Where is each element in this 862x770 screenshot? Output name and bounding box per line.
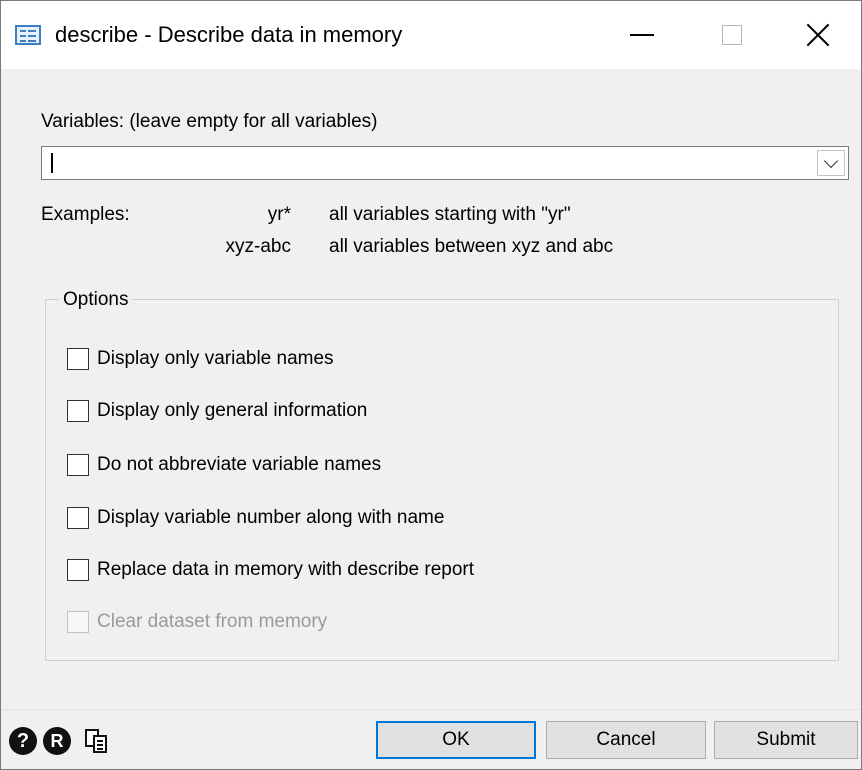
example-pattern: yr* (267, 204, 291, 225)
minimize-button[interactable] (597, 1, 687, 69)
checkbox[interactable] (67, 400, 89, 422)
describe-dialog: describe - Describe data in memory Varia… (0, 0, 862, 770)
cancel-button[interactable]: Cancel (546, 721, 706, 759)
variables-dropdown-button[interactable] (817, 150, 845, 176)
option-replace-data[interactable]: Replace data in memory with describe rep… (67, 558, 474, 582)
option-do-not-abbreviate[interactable]: Do not abbreviate variable names (67, 453, 381, 477)
ok-button[interactable]: OK (376, 721, 536, 759)
maximize-button[interactable] (687, 1, 777, 69)
checkbox[interactable] (67, 507, 89, 529)
examples-label: Examples: (41, 204, 130, 225)
variables-combobox[interactable] (41, 146, 849, 180)
checkbox-label: Replace data in memory with describe rep… (97, 559, 475, 580)
checkbox-label: Display variable number along with name (97, 507, 445, 528)
checkbox (67, 611, 89, 633)
submit-button[interactable]: Submit (714, 721, 858, 759)
help-icon[interactable]: ? (9, 727, 37, 755)
close-button[interactable] (773, 1, 862, 69)
checkbox[interactable] (67, 348, 89, 370)
checkbox[interactable] (67, 559, 89, 581)
dialog-icon (15, 25, 41, 45)
r-badge-icon[interactable]: R (43, 727, 71, 755)
checkbox-label: Display only variable names (97, 348, 334, 369)
example-description: all variables starting with "yr" (329, 204, 571, 225)
variables-label: Variables: (leave empty for all variable… (41, 111, 378, 132)
option-clear-dataset: Clear dataset from memory (67, 610, 327, 634)
text-caret (51, 153, 53, 173)
maximize-icon (722, 25, 742, 45)
minimize-icon (630, 34, 654, 36)
checkbox-label: Clear dataset from memory (97, 611, 328, 632)
copy-command-icon[interactable] (83, 727, 111, 755)
window-title: describe - Describe data in memory (55, 22, 403, 47)
option-display-variable-names[interactable]: Display only variable names (67, 347, 334, 371)
chevron-down-icon (823, 153, 839, 168)
copy-page-front (93, 735, 107, 753)
footer-divider (1, 709, 861, 710)
option-display-general-information[interactable]: Display only general information (67, 399, 367, 423)
example-pattern: xyz-abc (225, 236, 291, 257)
checkbox-label: Display only general information (97, 400, 368, 421)
close-icon (806, 23, 830, 47)
example-description: all variables between xyz and abc (329, 236, 614, 257)
checkbox[interactable] (67, 454, 89, 476)
option-display-variable-number[interactable]: Display variable number along with name (67, 506, 444, 530)
checkbox-label: Do not abbreviate variable names (97, 454, 382, 475)
options-legend: Options (59, 289, 133, 311)
title-bar[interactable]: describe - Describe data in memory (1, 1, 861, 69)
